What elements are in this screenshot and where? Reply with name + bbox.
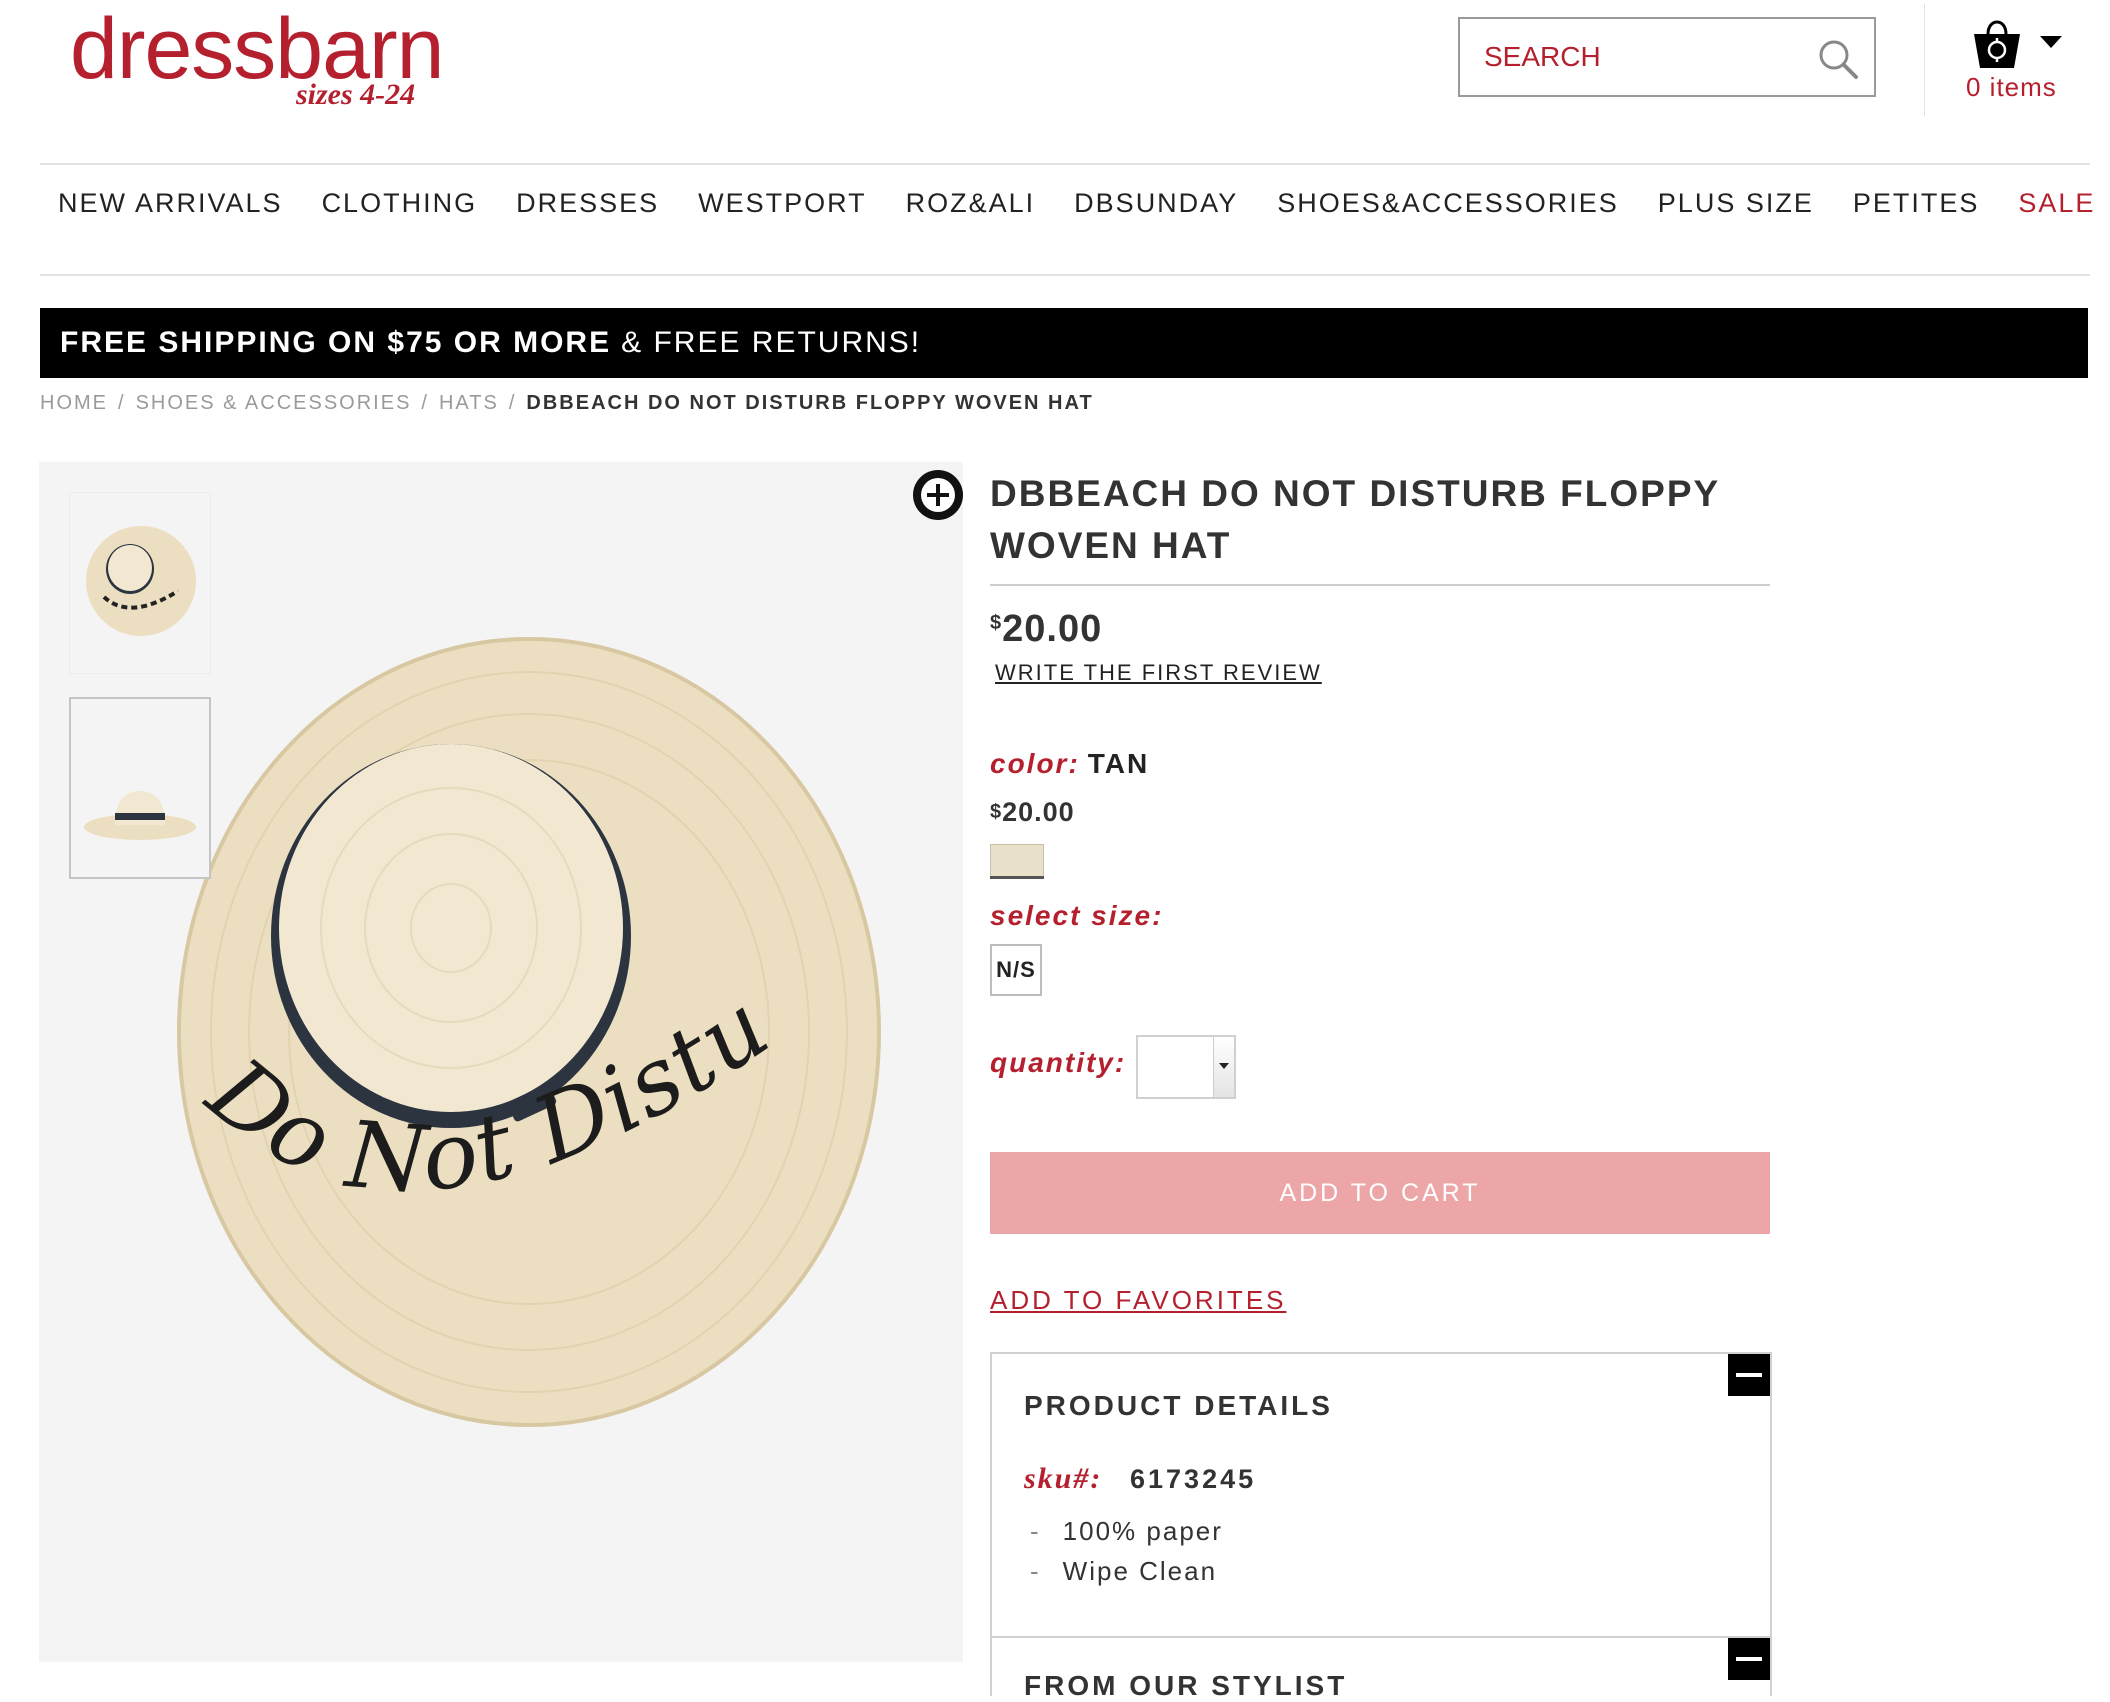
brand-logo-tagline: sizes 4-24	[296, 78, 416, 111]
promo-text-bold: FREE SHIPPING ON $75 OR MORE	[60, 326, 612, 359]
breadcrumb: HOME / SHOES & ACCESSORIES / HATS / DBBEACH DO…	[40, 392, 1094, 415]
search-input[interactable]	[1460, 19, 1800, 95]
currency-symbol: $	[990, 801, 1003, 823]
breadcrumb-separator: /	[118, 392, 126, 414]
variant-price: $20.00	[990, 797, 1075, 828]
sku-value: 6173245	[1130, 1464, 1257, 1494]
breadcrumb-hats[interactable]: HATS	[439, 392, 499, 414]
thumbnail-hat-image	[84, 791, 196, 840]
nav-item-new-arrivals[interactable]: NEW ARRIVALS	[58, 188, 283, 219]
nav-item-dbsunday[interactable]: DBSUNDAY	[1074, 188, 1238, 219]
feature-item: - Wipe Clean	[1030, 1556, 1217, 1587]
search-box	[1458, 17, 1876, 97]
product-price: $20.00	[990, 608, 1102, 651]
promo-text-light: & FREE RETURNS!	[621, 326, 922, 359]
quantity-dropdown-arrow[interactable]	[1213, 1037, 1234, 1097]
main-nav: NEW ARRIVALS CLOTHING DRESSES WESTPORT R…	[40, 166, 2093, 240]
nav-item-clothing[interactable]: CLOTHING	[322, 188, 478, 219]
quantity-select[interactable]	[1136, 1035, 1236, 1099]
currency-symbol: $	[990, 612, 1003, 634]
header-divider	[1924, 4, 1925, 116]
product-details-panel: PRODUCT DETAILS sku#: 6173245 -100% pape…	[990, 1352, 1772, 1701]
add-to-favorites-link[interactable]: ADD TO FAVORITES	[990, 1285, 1287, 1316]
color-label: color:	[990, 748, 1080, 779]
nav-item-petites[interactable]: PETITES	[1853, 188, 1980, 219]
color-swatch-tan[interactable]	[990, 844, 1044, 878]
add-to-cart-button[interactable]: ADD TO CART	[990, 1152, 1770, 1234]
color-row: color: TAN	[990, 748, 1149, 780]
collapse-details-button[interactable]	[1728, 1354, 1770, 1396]
bullet-dash: -	[1030, 1516, 1041, 1546]
title-divider	[990, 584, 1770, 586]
breadcrumb-current: DBBEACH DO NOT DISTURB FLOPPY WOVEN HAT	[526, 392, 1094, 414]
collapse-stylist-button[interactable]	[1728, 1638, 1770, 1680]
nav-item-shoes-accessories[interactable]: SHOES&ACCESSORIES	[1277, 188, 1619, 219]
cart-count: 0 items	[1966, 72, 2057, 102]
nav-item-roz-ali[interactable]: ROZ&ALI	[906, 188, 1036, 219]
feature-text: 100% paper	[1062, 1516, 1223, 1546]
product-title-line-2: WOVEN HAT	[990, 525, 1232, 566]
chevron-down-icon[interactable]	[2040, 36, 2062, 50]
search-icon	[1819, 40, 1858, 79]
header-rule	[40, 163, 2090, 165]
promo-banner[interactable]: FREE SHIPPING ON $75 OR MORE & FREE RETU…	[40, 308, 2088, 378]
thumbnail-hat-image	[86, 526, 196, 636]
feature-text: Wipe Clean	[1062, 1556, 1218, 1586]
thumbnail-top-view[interactable]	[69, 492, 211, 674]
write-review-link[interactable]: WRITE THE FIRST REVIEW	[995, 660, 1322, 686]
breadcrumb-separator: /	[421, 392, 429, 414]
feature-item: -100% paper	[1030, 1516, 1223, 1547]
price-value: 20.00	[1002, 608, 1103, 650]
zoom-in-icon	[913, 470, 963, 520]
product-title-line-1: DBBEACH DO NOT DISTURB FLOPPY	[990, 473, 1721, 514]
nav-item-plus-size[interactable]: PLUS SIZE	[1658, 188, 1814, 219]
quantity-label: quantity:	[990, 1047, 1127, 1078]
details-section-divider	[992, 1636, 1772, 1638]
nav-rule	[40, 274, 2090, 276]
size-option-ns[interactable]: N/S	[990, 944, 1042, 996]
nav-item-westport[interactable]: WESTPORT	[698, 188, 867, 219]
brand-logo[interactable]: dressbarn sizes 4-24	[70, 4, 450, 114]
variant-price-value: 20.00	[1002, 797, 1075, 827]
breadcrumb-shoes-accessories[interactable]: SHOES & ACCESSORIES	[136, 392, 412, 414]
zoom-button[interactable]	[911, 468, 965, 522]
color-value: TAN	[1087, 748, 1150, 779]
search-button[interactable]	[1816, 37, 1860, 81]
size-label: select size:	[990, 900, 1164, 931]
nav-item-sale[interactable]: SALE	[2018, 188, 2095, 219]
breadcrumb-separator: /	[508, 392, 517, 414]
swatch-selected-indicator	[990, 876, 1044, 879]
sku-label: sku#:	[1024, 1462, 1103, 1495]
product-details-heading: PRODUCT DETAILS	[1024, 1390, 1333, 1421]
nav-item-dresses[interactable]: DRESSES	[516, 188, 659, 219]
product-title: DBBEACH DO NOT DISTURB FLOPPY WOVEN HAT	[990, 468, 1770, 572]
product-image-panel: Do Not Disturb	[39, 462, 963, 1662]
breadcrumb-home[interactable]: HOME	[40, 392, 108, 414]
bullet-dash: -	[1030, 1556, 1041, 1586]
from-our-stylist-heading: FROM OUR STYLIST	[1024, 1670, 1348, 1701]
thumbnail-side-view[interactable]	[69, 697, 211, 879]
cart-button[interactable]: 0 items	[1964, 12, 2084, 112]
